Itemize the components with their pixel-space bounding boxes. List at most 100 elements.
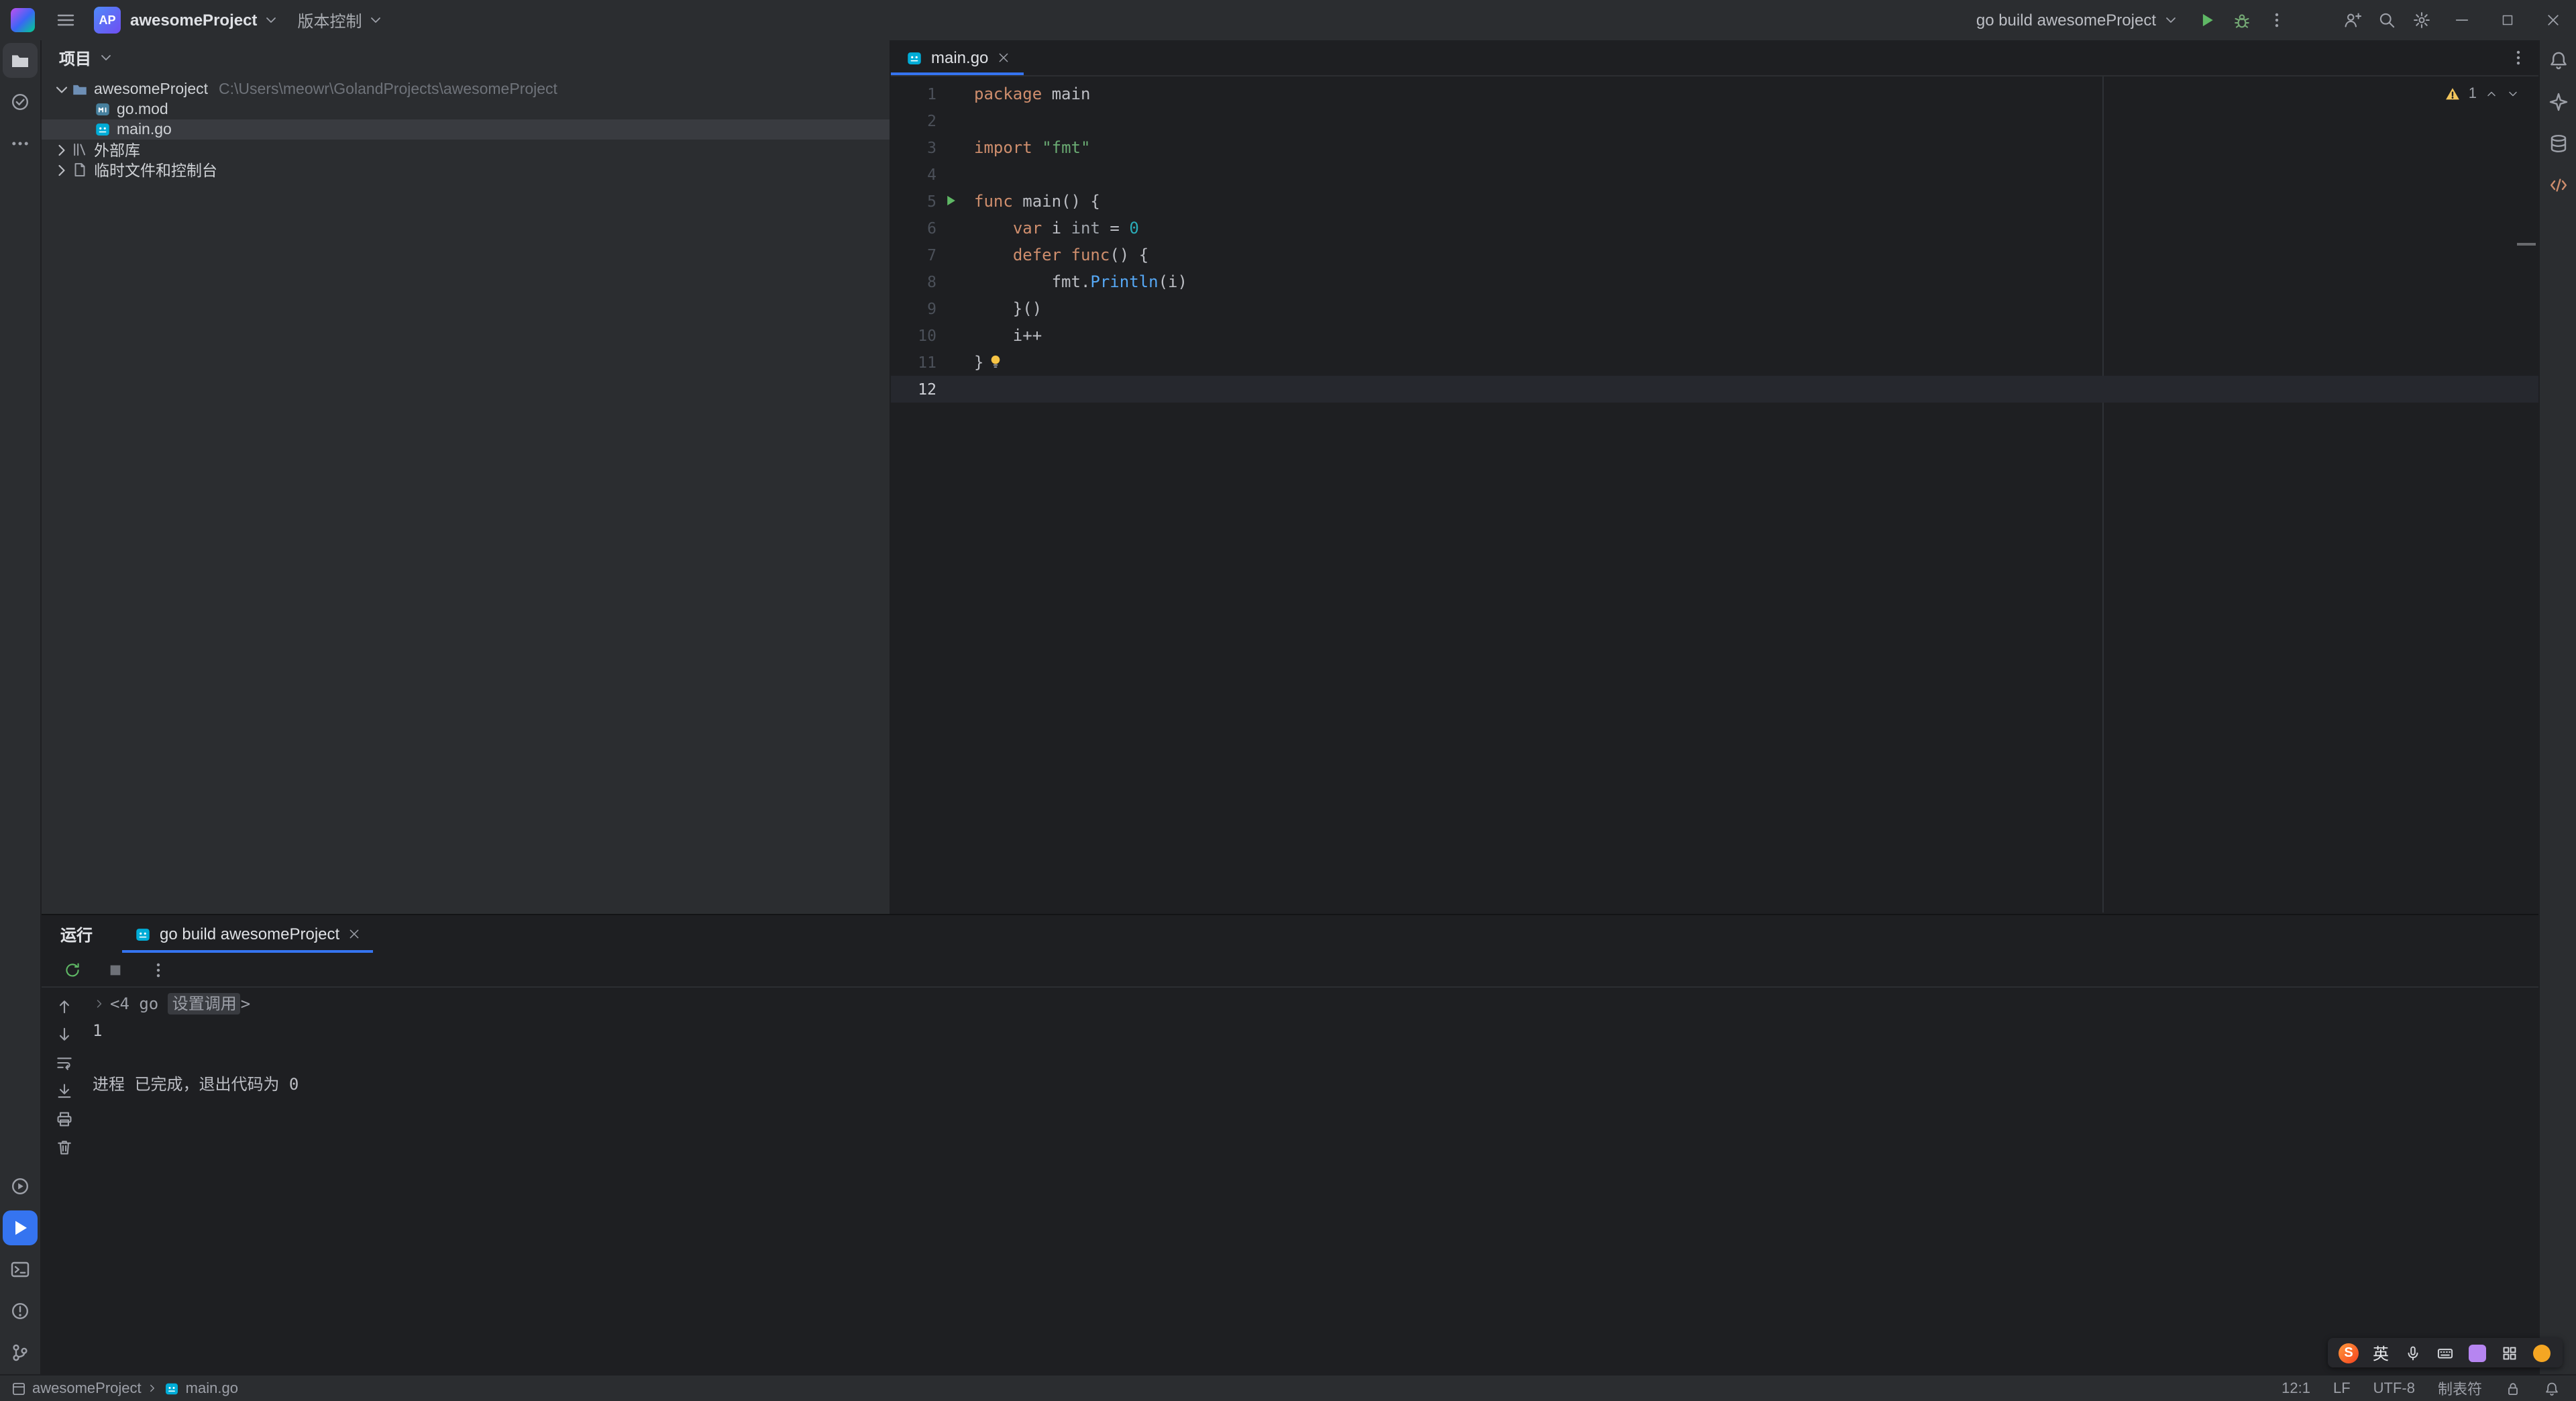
code-line-2[interactable]: 2 [891, 107, 2538, 134]
tool-button-services-icon[interactable] [3, 1169, 38, 1204]
debug-button[interactable] [2224, 3, 2259, 38]
tool-button-commit-icon[interactable] [3, 85, 38, 119]
run-gutter-icon[interactable] [943, 193, 958, 208]
line-number[interactable]: 6 [891, 215, 936, 242]
encoding-widget[interactable]: UTF-8 [2373, 1380, 2415, 1396]
line-number[interactable]: 7 [891, 242, 936, 268]
fold-chevron-icon[interactable] [93, 997, 106, 1010]
console-more-vertical-icon[interactable] [145, 956, 172, 983]
chevron-right-icon[interactable] [52, 142, 71, 158]
commit-icon [9, 91, 31, 113]
line-number[interactable]: 11 [891, 349, 936, 376]
console-up-icon[interactable] [51, 996, 78, 1017]
code-line-10[interactable]: 10 i++ [891, 322, 2538, 349]
tool-button-project-folder-icon[interactable] [3, 43, 38, 78]
line-number[interactable]: 10 [891, 322, 936, 349]
editor-tab-main-go[interactable]: main.go [891, 40, 1023, 75]
tool-button-git-icon[interactable] [3, 1335, 38, 1370]
line-number[interactable]: 3 [891, 134, 936, 161]
code-line-11[interactable]: 11} [891, 349, 2538, 376]
window-minimize-button[interactable] [2439, 0, 2485, 40]
code-with-me-button[interactable] [2334, 3, 2369, 38]
run-tab[interactable]: go build awesomeProject [122, 915, 374, 953]
code-line-12[interactable]: 12 [891, 376, 2538, 403]
tool-button-ai-assistant-icon[interactable] [2540, 85, 2575, 119]
code-line-8[interactable]: 8 fmt.Println(i) [891, 268, 2538, 295]
goland-window: AP awesomeProject 版本控制 go build awesomeP… [0, 0, 2576, 1401]
stop-icon [106, 960, 125, 979]
tree-item[interactable]: 临时文件和控制台 [42, 160, 890, 180]
console-softwrap-icon[interactable] [51, 1052, 78, 1074]
code-line-4[interactable]: 4 [891, 161, 2538, 188]
search-everywhere-button[interactable] [2369, 3, 2404, 38]
tab-options-icon[interactable] [2509, 48, 2528, 67]
tree-item[interactable]: awesomeProject C:\Users\meowr\GolandProje… [42, 79, 890, 99]
tree-item[interactable]: 外部库 [42, 140, 890, 160]
tool-button-terminal-icon[interactable] [3, 1252, 38, 1287]
tool-button-endpoints-icon[interactable] [2540, 168, 2575, 203]
code-line-7[interactable]: 7 defer func() { [891, 242, 2538, 268]
project-widget[interactable]: AP awesomeProject [94, 7, 278, 34]
intention-bulb-icon[interactable] [987, 353, 1004, 369]
prev-problem-icon[interactable] [2485, 87, 2498, 101]
tool-button-database-icon[interactable] [2540, 126, 2575, 161]
console-stop-icon[interactable] [102, 956, 129, 983]
line-number[interactable]: 8 [891, 268, 936, 295]
line-number[interactable]: 9 [891, 295, 936, 322]
next-problem-icon[interactable] [2506, 87, 2520, 101]
tree-item[interactable]: go.mod [42, 99, 890, 119]
keyboard-icon[interactable] [2431, 1339, 2459, 1366]
line-number[interactable]: 12 [891, 376, 936, 403]
window-close-button[interactable] [2530, 0, 2576, 40]
run-button[interactable] [2190, 3, 2224, 38]
tree-item[interactable]: main.go [42, 119, 890, 140]
line-separator-widget[interactable]: LF [2333, 1380, 2351, 1396]
lock-icon[interactable] [2505, 1380, 2521, 1396]
emoji-icon[interactable] [2528, 1339, 2556, 1366]
project-panel-header[interactable]: 项目 [42, 40, 890, 75]
indent-widget[interactable]: 制表符 [2438, 1378, 2482, 1399]
code-line-3[interactable]: 3 import "fmt" [891, 134, 2538, 161]
chevron-down-icon[interactable] [52, 81, 71, 97]
line-number[interactable]: 2 [891, 107, 936, 134]
code-line-6[interactable]: 6 var i int = 0 [891, 215, 2538, 242]
run-config-widget[interactable]: go build awesomeProject [1976, 11, 2179, 30]
inspections-widget[interactable]: 1 [2445, 86, 2520, 102]
tab-close-icon[interactable] [996, 51, 1010, 64]
tool-button-notifications-icon[interactable] [2540, 43, 2575, 78]
mic-icon[interactable] [2399, 1339, 2427, 1366]
console-down-icon[interactable] [51, 1024, 78, 1045]
tool-button-more-horizontal-icon[interactable] [3, 126, 38, 161]
console-rerun-icon[interactable] [59, 956, 86, 983]
skin-icon[interactable] [2463, 1339, 2491, 1366]
ime-language-toggle[interactable]: 英 [2367, 1339, 2395, 1366]
toolbox-grid-icon[interactable] [2496, 1339, 2524, 1366]
tool-button-run-icon[interactable] [3, 1210, 38, 1245]
line-number[interactable]: 4 [891, 161, 936, 188]
vcs-widget[interactable]: 版本控制 [297, 9, 383, 32]
more-actions-button[interactable] [2259, 3, 2294, 38]
main-menu-button[interactable] [48, 3, 83, 38]
console-print-icon[interactable] [51, 1108, 78, 1130]
breadcrumb-item[interactable]: main.go [186, 1380, 238, 1396]
tab-close-icon[interactable] [347, 927, 361, 941]
chevron-right-icon[interactable] [52, 162, 71, 178]
code-line-1[interactable]: 1 package main [891, 81, 2538, 107]
caret-position-widget[interactable]: 12:1 [2282, 1380, 2310, 1396]
code-line-5[interactable]: 5 func main() { [891, 188, 2538, 215]
console-scroll-end-icon[interactable] [51, 1080, 78, 1102]
settings-button[interactable] [2404, 3, 2439, 38]
folded-region[interactable]: 设置调用 [168, 993, 241, 1015]
code-line-9[interactable]: 9 }() [891, 295, 2538, 322]
editor-body[interactable]: 1 1 package main 2 3 import "fmt" 4 5 func main… [891, 76, 2538, 913]
search-icon [2377, 11, 2396, 30]
notifications-icon[interactable] [2544, 1380, 2560, 1396]
tool-button-problems-icon[interactable] [3, 1294, 38, 1329]
line-number[interactable]: 1 [891, 81, 936, 107]
run-console[interactable]: <4 go 设置调用 > 1 进程 已完成，退出代码为 0 [87, 988, 2538, 1374]
breadcrumb-item[interactable]: awesomeProject [32, 1380, 142, 1396]
window-maximize-button[interactable] [2485, 0, 2530, 40]
console-clear-icon[interactable] [51, 1137, 78, 1158]
sogou-logo[interactable]: S [2334, 1339, 2363, 1366]
line-number[interactable]: 5 [891, 188, 936, 215]
